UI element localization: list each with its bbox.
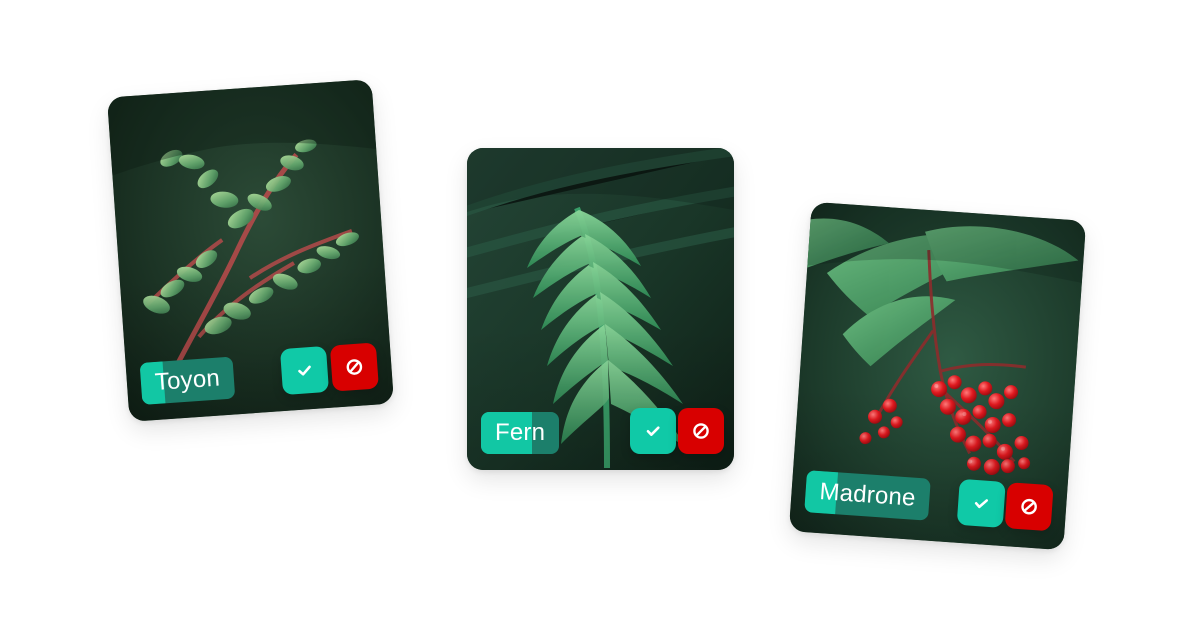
plant-label-madrone: Madrone (804, 470, 931, 521)
check-icon (298, 365, 311, 376)
plant-label-toyon: Toyon (139, 356, 236, 405)
plant-card-fern: Fern (467, 148, 734, 470)
plant-card-stage: Toyon Fern Madrone (0, 0, 1200, 640)
reject-button[interactable] (329, 342, 379, 392)
reject-button[interactable] (1004, 482, 1054, 532)
plant-card-toyon: Toyon (106, 79, 395, 422)
no-entry-icon (1021, 498, 1037, 515)
no-entry-icon (693, 423, 709, 439)
confirm-button[interactable] (279, 345, 330, 396)
plant-name: Fern (495, 419, 546, 446)
check-icon (646, 426, 660, 436)
confirm-button[interactable] (956, 478, 1006, 528)
plant-name: Toyon (154, 364, 221, 396)
plant-card-madrone: Madrone (788, 201, 1087, 551)
reject-button[interactable] (678, 408, 724, 454)
check-icon (974, 499, 989, 509)
no-entry-icon (346, 359, 363, 375)
plant-label-fern: Fern (481, 412, 560, 454)
confirm-button[interactable] (630, 408, 676, 454)
